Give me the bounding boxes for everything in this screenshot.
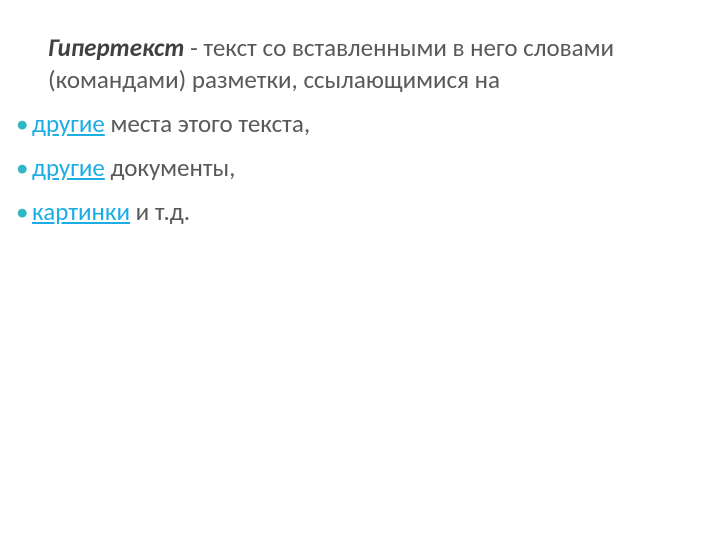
item-text: и т.д. — [130, 196, 190, 227]
list-item: другие места этого текста, — [32, 108, 672, 140]
list-item: картинки и т.д. — [32, 196, 672, 228]
slide: Гипертекст - текст со вставленными в нег… — [0, 0, 720, 540]
list-item: другие документы, — [32, 152, 672, 184]
hyperlink[interactable]: картинки — [32, 196, 130, 227]
bullet-list: другие места этого текста, другие докуме… — [48, 108, 672, 228]
hyperlink[interactable]: другие — [32, 152, 105, 183]
term: Гипертекст — [48, 32, 184, 63]
item-text: места этого текста, — [105, 108, 310, 139]
intro-paragraph: Гипертекст - текст со вставленными в нег… — [48, 32, 672, 96]
item-text: документы, — [105, 152, 236, 183]
hyperlink[interactable]: другие — [32, 108, 105, 139]
